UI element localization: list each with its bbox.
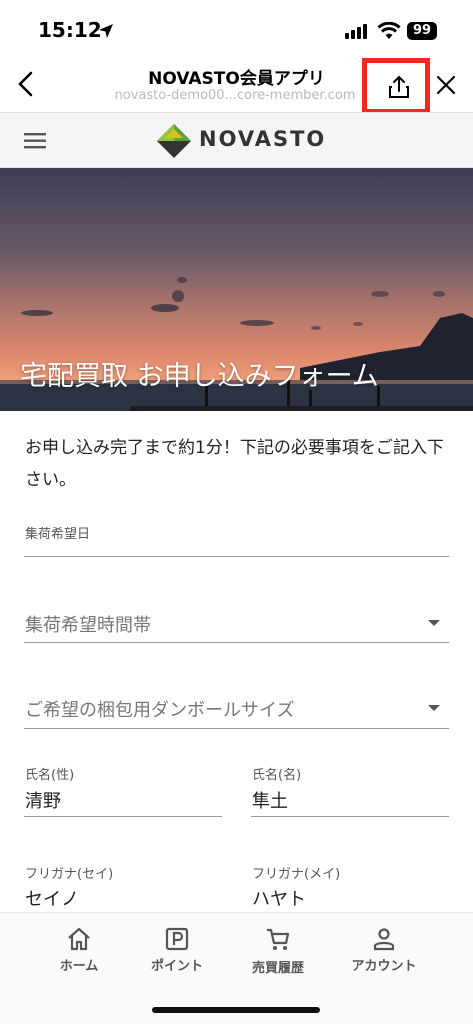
nav-points[interactable]: ポイント (127, 927, 227, 974)
box-size-dropdown-icon (428, 705, 440, 711)
box-size-underline (24, 728, 449, 729)
first-kana-label: フリガナ(メイ) (252, 867, 341, 882)
cellular-signal-icon (345, 24, 367, 39)
share-button[interactable] (362, 58, 430, 114)
pickup-time-underline (24, 642, 449, 643)
nav-trade-history[interactable]: 売買履歴 (228, 927, 328, 976)
home-icon (68, 927, 90, 951)
hero-title: 宅配買取 お申し込みフォーム (20, 361, 379, 392)
browser-header: NOVASTO会員アプリ novasto-demo00...core-membe… (0, 58, 473, 114)
battery-indicator: 99 (407, 22, 437, 40)
wifi-icon (377, 22, 401, 39)
first-name-underline (251, 816, 449, 817)
last-kana-value: セイノ (25, 889, 79, 910)
nav-trade-history-label: 売買履歴 (251, 961, 304, 976)
share-icon (389, 75, 409, 98)
last-kana-label: フリガナ(セイ) (25, 867, 114, 882)
browser-title: NOVASTO会員アプリ (148, 69, 325, 89)
pickup-time-dropdown-icon (428, 620, 440, 626)
cart-icon (267, 928, 290, 950)
close-icon[interactable] (434, 73, 458, 97)
pickup-date-label: 集荷希望日 (25, 527, 91, 542)
location-arrow-icon (99, 24, 113, 38)
nav-home[interactable]: ホーム (29, 927, 129, 974)
hero-banner: 宅配買取 お申し込みフォーム (0, 168, 473, 411)
last-name-label: 氏名(性) (25, 768, 75, 783)
parking-p-icon (165, 927, 189, 951)
last-name-value: 清野 (25, 791, 61, 812)
browser-url: novasto-demo00...core-member.com (114, 88, 356, 103)
site-header: NOVASTO (0, 112, 473, 168)
nav-account-label: アカウント (351, 959, 417, 974)
pickup-time-placeholder: 集荷希望時間帯 (25, 615, 151, 636)
person-icon (373, 928, 395, 951)
nav-points-label: ポイント (150, 959, 203, 974)
box-size-placeholder: ご希望の梱包用ダンボールサイズ (25, 700, 295, 721)
first-name-label: 氏名(名) (252, 768, 302, 783)
first-name-value: 隼土 (252, 791, 288, 812)
nav-account[interactable]: アカウント (334, 927, 434, 974)
intro-text: お申し込み完了まで約1分！下記の必要事項をご記入下さい。 (25, 438, 444, 490)
hamburger-menu-icon[interactable] (24, 132, 48, 150)
last-name-underline (24, 816, 222, 817)
novasto-logo-mark[interactable] (156, 123, 192, 159)
pickup-date-underline (24, 556, 449, 557)
nav-home-label: ホーム (59, 959, 99, 974)
novasto-logo-text: NOVASTO (199, 127, 327, 151)
first-kana-value: ハヤト (252, 889, 306, 910)
status-bar: 15:12 99 (0, 0, 473, 58)
home-indicator (152, 1007, 320, 1013)
status-time: 15:12 (38, 18, 102, 42)
back-chevron-icon[interactable] (14, 70, 38, 98)
